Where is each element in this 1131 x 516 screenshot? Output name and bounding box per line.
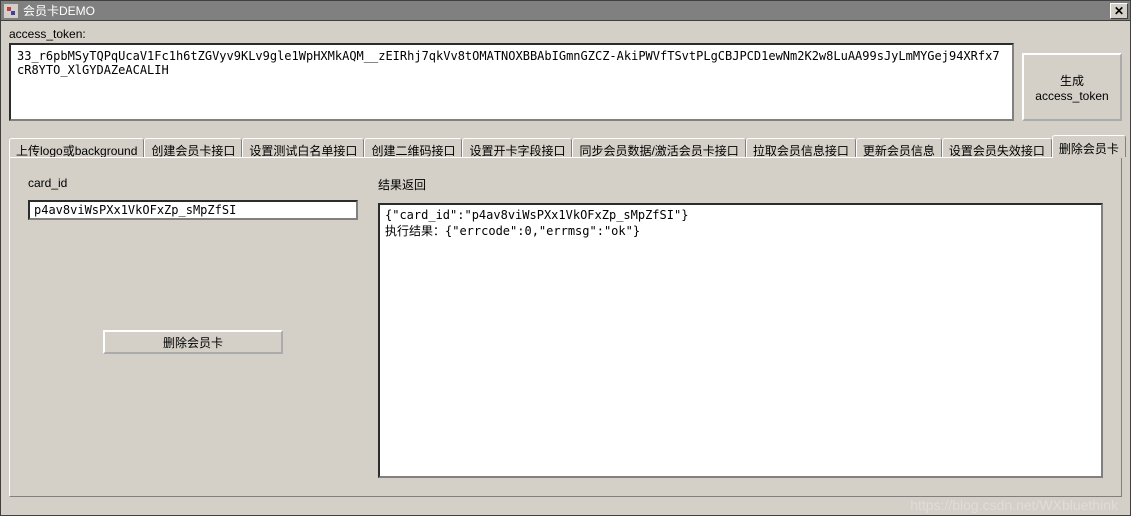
tab-set-whitelist[interactable]: 设置测试白名单接口 <box>242 138 364 158</box>
close-icon: ✕ <box>1114 4 1124 18</box>
tab-create-card[interactable]: 创建会员卡接口 <box>144 138 242 158</box>
generate-token-button[interactable]: 生成 access_token <box>1022 53 1122 121</box>
tab-sync-activate[interactable]: 同步会员数据/激活会员卡接口 <box>572 138 745 158</box>
tab-panel-delete-card: card_id 删除会员卡 结果返回 {"card_id":"p4av8viWs… <box>9 157 1122 497</box>
app-window: 会员卡DEMO ✕ access_token: 生成 access_token … <box>0 0 1131 516</box>
result-output[interactable]: {"card_id":"p4av8viWsPXx1VkOFxZp_sMpZfSI… <box>378 203 1103 478</box>
tab-delete-card[interactable]: 删除会员卡 <box>1052 135 1126 157</box>
delete-card-button[interactable]: 删除会员卡 <box>103 330 283 354</box>
left-column: card_id 删除会员卡 <box>28 176 358 478</box>
right-column: 结果返回 {"card_id":"p4av8viWsPXx1VkOFxZp_sM… <box>378 176 1103 478</box>
titlebar: 会员卡DEMO ✕ <box>1 1 1130 21</box>
close-button[interactable]: ✕ <box>1110 3 1128 19</box>
card-id-label: card_id <box>28 176 358 190</box>
tab-update-member[interactable]: 更新会员信息 <box>856 138 942 158</box>
result-label: 结果返回 <box>378 176 1103 193</box>
tab-create-qrcode[interactable]: 创建二维码接口 <box>364 138 462 158</box>
tab-strip: 上传logo或background 创建会员卡接口 设置测试白名单接口 创建二维… <box>9 135 1122 157</box>
access-token-input[interactable] <box>9 43 1014 121</box>
watermark: https://blog.csdn.net/WXbluethink <box>910 497 1118 513</box>
tab-set-invalid[interactable]: 设置会员失效接口 <box>942 138 1052 158</box>
access-token-label: access_token: <box>9 27 1122 41</box>
window-title: 会员卡DEMO <box>23 2 1110 19</box>
client-area: access_token: 生成 access_token 上传logo或bac… <box>1 21 1130 515</box>
panel-grid: card_id 删除会员卡 结果返回 {"card_id":"p4av8viWs… <box>28 176 1103 478</box>
tab-upload-logo[interactable]: 上传logo或background <box>9 138 144 158</box>
card-id-input[interactable] <box>28 200 358 220</box>
token-row: 生成 access_token <box>9 43 1122 121</box>
app-icon <box>3 3 19 19</box>
tab-set-card-fields[interactable]: 设置开卡字段接口 <box>462 138 572 158</box>
tab-get-member-info[interactable]: 拉取会员信息接口 <box>746 138 856 158</box>
